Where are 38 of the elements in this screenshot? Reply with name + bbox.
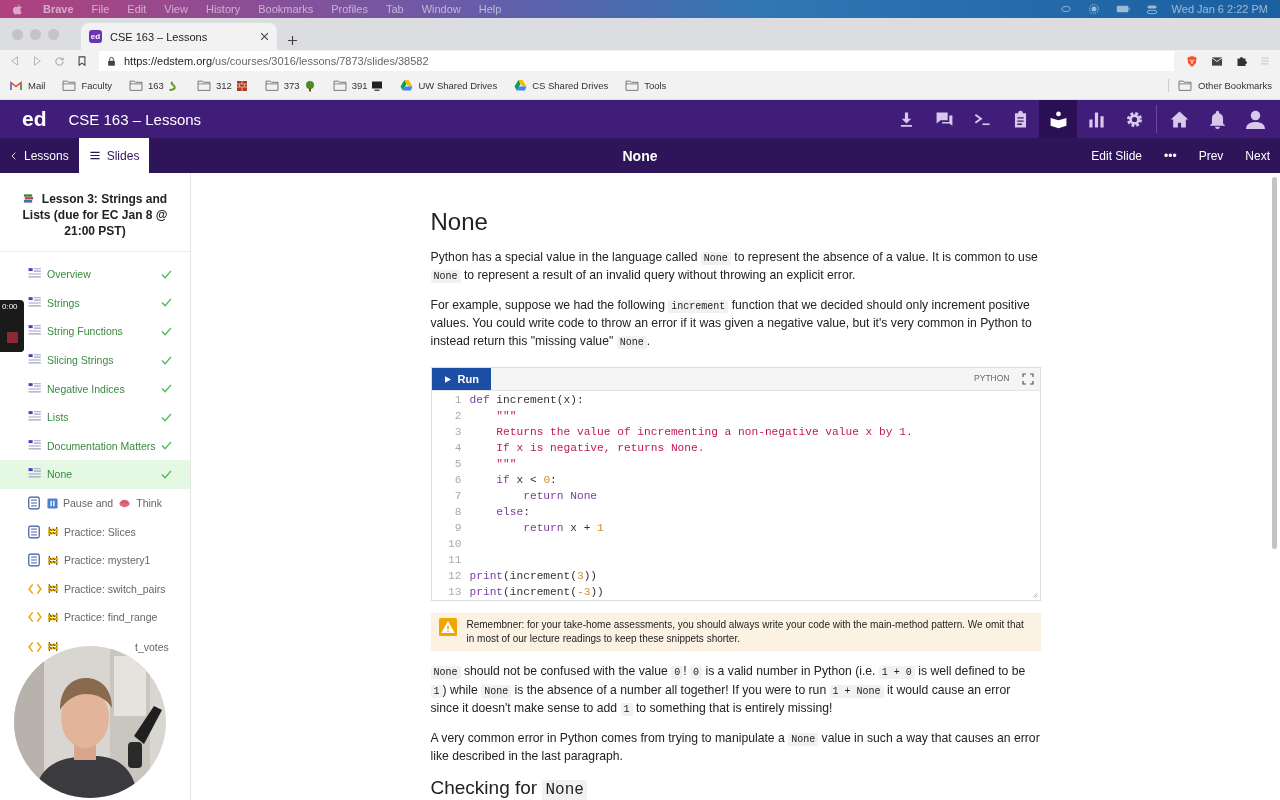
code-line: print(increment(-3)) [469,585,604,600]
paragraph: A very common error in Python comes from trying to manipulate a None value in such a way that causes an error like described in the last paragraph. [430,729,1041,765]
line-number: 12 [447,569,463,584]
line-number: 1 [453,393,463,408]
line-number: 4 [453,441,463,456]
code-line: else: [495,505,530,520]
code-line: return None [522,489,598,504]
code-line: if x < 0: [495,473,557,488]
line-number: 3 [453,425,463,440]
line-number: 7 [453,489,463,504]
favicon: ed [89,30,102,43]
line-number: 5 [453,457,463,472]
language-label: PYTHON [974,372,1010,386]
callout-text: Remembner: for your take-home assessments, you should always write your code with the main-method pattern. We omit that in most of our lecture readings to keep these snippets shorter. [466,618,1025,646]
line-number: 13 [447,585,463,600]
code-line: """ [495,457,517,472]
code-line: """ [495,409,517,424]
line-number: 10 [447,537,463,552]
code-line: Returns the value of incrementing a non-negative value x by 1. [495,425,913,440]
code-line: return x + 1 [522,521,604,536]
line-number: 2 [453,409,463,424]
line-number: 11 [447,553,463,568]
clock: Wed Jan 6 2:22 PM [1171,3,1268,15]
paragraph: Python has a special value in the language called None to represent the absence of a value. It is common to use None to represent a result of an invalid query without throwing an explicit error. [430,248,1039,285]
paragraph: For example, suppose we had the following increment function that we decided should only increment positive values. You could write code to throw an error if it was given a negative value, but it's very common in Python to instead return this "missing value" None . [430,296,1033,351]
line-number: 8 [453,505,463,520]
slide-heading: None [430,213,489,231]
url-text: https://edstem.org/us/courses/3016/lessons/7873/slides/38582 [124,55,429,67]
line-number: 6 [453,473,463,488]
line-number: 9 [453,521,463,536]
paragraph: None should not be confused with the value 0 ! 0 is a valid number in Python (i.e. 1 + 0 is well defined to be 1 ) while None is the absence of a number all together! If you were to run 1 + None it would cause an error since it doesn't make sense to add 1 to something that is entirely missing! [430,663,1027,718]
section-heading: Checking for None [430,776,1041,800]
slide-title: None [622,147,658,164]
code-line: print(increment(3)) [469,569,598,584]
code-line: If x is negative, returns None. [495,441,705,456]
code-line: def increment(x): [469,393,584,408]
course-title: CSE 163 – Lessons [68,110,202,128]
lesson-title: Lesson 3: Strings and Lists (due for EC Jan 8 @ 21:00 PST) [0,173,190,252]
